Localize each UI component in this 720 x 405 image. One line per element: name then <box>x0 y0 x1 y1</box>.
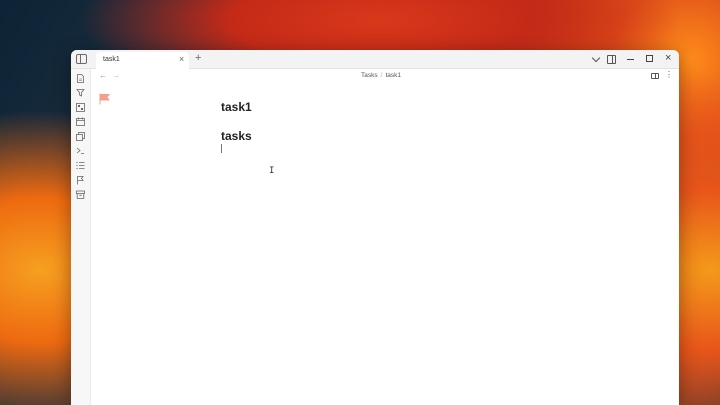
note-heading[interactable]: tasks <box>221 129 252 143</box>
tab-label: task1 <box>103 56 120 63</box>
minimize-icon[interactable] <box>627 59 634 60</box>
note-title[interactable]: task1 <box>221 100 252 114</box>
archive-icon[interactable] <box>76 190 85 199</box>
graph-icon[interactable] <box>76 88 85 97</box>
tab-close-icon[interactable]: × <box>179 54 184 64</box>
mouse-cursor-ibeam-icon: I <box>269 166 275 176</box>
text-caret <box>221 144 222 153</box>
file-icon[interactable] <box>76 74 85 83</box>
close-window-icon[interactable]: × <box>665 52 671 65</box>
list-icon[interactable] <box>76 161 85 170</box>
breadcrumb-file[interactable]: task1 <box>385 72 401 79</box>
tab-list-chevron-icon[interactable] <box>591 53 601 63</box>
breadcrumb-folder[interactable]: Tasks <box>361 72 378 79</box>
copy-icon[interactable] <box>76 132 85 141</box>
breadcrumb-separator: / <box>380 72 383 79</box>
forward-arrow-icon[interactable]: → <box>112 71 120 80</box>
reading-view-icon[interactable] <box>651 73 659 79</box>
maximize-icon[interactable] <box>646 55 653 62</box>
back-arrow-icon[interactable]: ← <box>99 71 107 80</box>
app-window: task1 × + × ← → Tasks / task1 ⋮ task1 ta… <box>71 50 679 405</box>
flag-icon <box>99 92 111 105</box>
left-ribbon <box>71 69 91 405</box>
title-bar: task1 × + × <box>71 50 679 69</box>
more-options-icon[interactable]: ⋮ <box>665 70 673 80</box>
tab-task1[interactable]: task1 × <box>96 52 189 69</box>
terminal-icon[interactable] <box>76 146 85 155</box>
breadcrumb: Tasks / task1 <box>361 72 401 79</box>
calendar-icon[interactable] <box>76 117 85 126</box>
new-tab-icon[interactable]: + <box>195 52 201 65</box>
sidebar-toggle-icon[interactable] <box>76 54 87 64</box>
canvas-icon[interactable] <box>76 103 85 112</box>
flag-icon[interactable] <box>76 176 85 185</box>
right-sidebar-toggle-icon[interactable] <box>607 55 616 64</box>
